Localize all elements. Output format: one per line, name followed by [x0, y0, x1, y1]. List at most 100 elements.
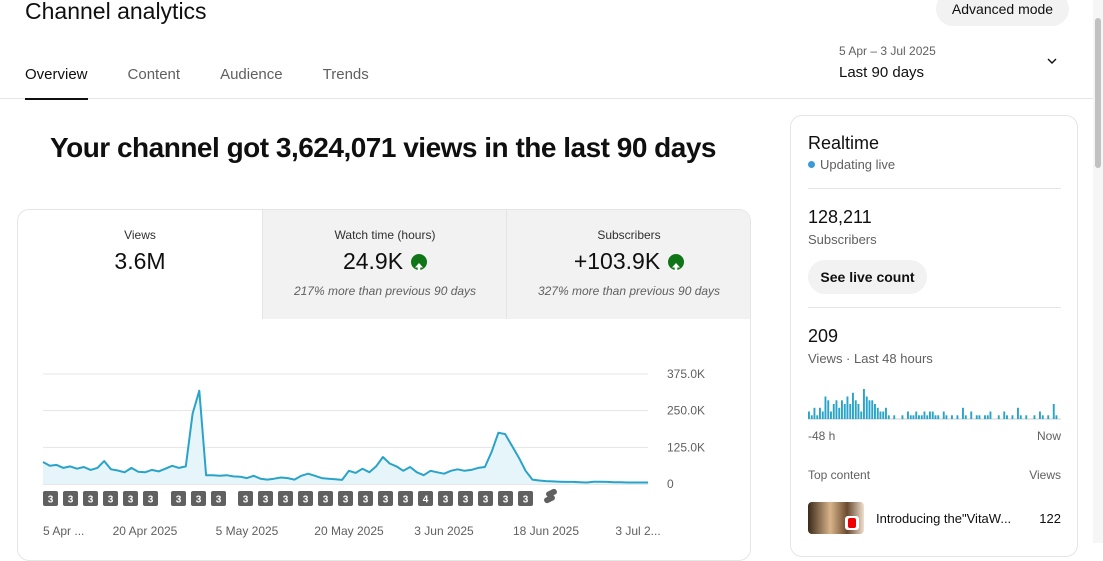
- realtime-bar[interactable]: [832, 404, 835, 419]
- realtime-bar[interactable]: [843, 404, 846, 419]
- realtime-bar[interactable]: [1052, 404, 1055, 419]
- realtime-bar[interactable]: [923, 411, 926, 420]
- realtime-bar[interactable]: [1006, 415, 1008, 420]
- realtime-bar[interactable]: [838, 407, 841, 420]
- realtime-bar[interactable]: [989, 411, 992, 420]
- realtime-bar[interactable]: [909, 415, 912, 420]
- realtime-views-chart[interactable]: [808, 378, 1061, 420]
- realtime-bar[interactable]: [931, 411, 934, 420]
- realtime-bar[interactable]: [1041, 415, 1044, 420]
- realtime-bar[interactable]: [860, 411, 863, 420]
- realtime-bar[interactable]: [882, 411, 885, 420]
- views-line[interactable]: [42, 389, 648, 484]
- realtime-bar[interactable]: [912, 415, 915, 420]
- realtime-bar[interactable]: [934, 415, 937, 420]
- realtime-bar[interactable]: [887, 415, 890, 420]
- realtime-bar[interactable]: [824, 396, 827, 420]
- realtime-bar[interactable]: [918, 415, 920, 420]
- realtime-bar[interactable]: [1033, 415, 1036, 420]
- realtime-bar[interactable]: [852, 392, 854, 420]
- realtime-bar[interactable]: [937, 415, 940, 420]
- tab-trends[interactable]: Trends: [323, 66, 369, 98]
- realtime-subscribers-label: Subscribers: [808, 232, 877, 247]
- realtime-bar[interactable]: [978, 415, 981, 420]
- realtime-bar[interactable]: [827, 400, 830, 420]
- metric-views[interactable]: Views 3.6M: [18, 210, 262, 319]
- realtime-bar[interactable]: [962, 407, 964, 420]
- tab-content[interactable]: Content: [128, 66, 181, 98]
- scrollbar-thumb[interactable]: [1095, 18, 1101, 168]
- realtime-bar[interactable]: [863, 389, 865, 419]
- realtime-bar[interactable]: [871, 400, 874, 420]
- realtime-bar[interactable]: [868, 400, 871, 420]
- realtime-bar[interactable]: [846, 396, 849, 420]
- metric-subscribers[interactable]: Subscribers +103.9K 327% more than previ…: [506, 210, 750, 319]
- metric-watch-time[interactable]: Watch time (hours) 24.9K 217% more than …: [262, 210, 507, 319]
- realtime-bar[interactable]: [885, 407, 887, 420]
- realtime-bar[interactable]: [986, 415, 989, 420]
- realtime-bar[interactable]: [841, 400, 843, 420]
- metric-note: 327% more than previous 90 days: [537, 284, 721, 298]
- publish-marker-count: 3: [243, 495, 249, 506]
- realtime-bar[interactable]: [956, 415, 959, 420]
- realtime-bar[interactable]: [901, 415, 904, 420]
- realtime-bar[interactable]: [926, 415, 929, 420]
- realtime-bar[interactable]: [876, 407, 879, 420]
- realtime-bar[interactable]: [879, 411, 882, 420]
- x-tick-label: 20 Apr 2025: [113, 524, 178, 538]
- realtime-bar[interactable]: [915, 411, 918, 420]
- realtime-bar[interactable]: [865, 396, 868, 420]
- realtime-bar[interactable]: [929, 411, 931, 420]
- see-live-count-button[interactable]: See live count: [808, 260, 927, 294]
- realtime-bar[interactable]: [1017, 407, 1019, 420]
- realtime-bar[interactable]: [813, 407, 816, 420]
- realtime-bar[interactable]: [997, 415, 1000, 420]
- realtime-bar[interactable]: [808, 411, 810, 420]
- realtime-bar[interactable]: [1039, 411, 1041, 420]
- realtime-bar[interactable]: [951, 415, 953, 420]
- realtime-bar[interactable]: [920, 415, 923, 420]
- realtime-bar[interactable]: [819, 407, 821, 420]
- realtime-bar[interactable]: [1055, 415, 1058, 420]
- realtime-bar[interactable]: [854, 400, 857, 420]
- x-tick-label: 18 Jun 2025: [513, 524, 579, 538]
- tab-audience[interactable]: Audience: [220, 66, 283, 98]
- realtime-bar[interactable]: [984, 415, 986, 420]
- realtime-bar[interactable]: [975, 415, 978, 420]
- realtime-subscribers-value: 128,211: [808, 207, 872, 227]
- realtime-bar[interactable]: [1011, 415, 1014, 420]
- date-range-selector[interactable]: 5 Apr – 3 Jul 2025 Last 90 days: [839, 44, 1057, 81]
- publish-marker-count: 3: [88, 495, 94, 506]
- realtime-bar[interactable]: [893, 415, 896, 420]
- realtime-bar[interactable]: [964, 415, 967, 420]
- realtime-bar[interactable]: [942, 411, 945, 420]
- x-tick-label: 5 Apr ...: [43, 524, 84, 538]
- realtime-bar[interactable]: [970, 411, 973, 420]
- advanced-mode-button[interactable]: Advanced mode: [936, 0, 1069, 26]
- realtime-bar[interactable]: [810, 415, 813, 420]
- publish-marker-count: 3: [283, 495, 289, 506]
- video-thumbnail[interactable]: [808, 502, 864, 534]
- realtime-bar[interactable]: [1003, 411, 1006, 420]
- publish-marker-count: 3: [463, 495, 469, 506]
- tab-overview[interactable]: Overview: [25, 66, 88, 100]
- shorts-marker-icon[interactable]: [544, 488, 557, 504]
- realtime-bar[interactable]: [857, 404, 860, 419]
- realtime-bar[interactable]: [907, 411, 909, 420]
- realtime-bar[interactable]: [830, 411, 832, 420]
- realtime-bar[interactable]: [945, 415, 948, 420]
- chart-right-label: Now: [1036, 429, 1061, 443]
- realtime-bar[interactable]: [821, 411, 824, 420]
- realtime-bar[interactable]: [1019, 415, 1022, 420]
- realtime-bar[interactable]: [835, 400, 838, 420]
- top-content-title[interactable]: Introducing the"VitaW...: [876, 511, 1011, 526]
- scrollbar[interactable]: [1093, 0, 1103, 543]
- realtime-bar[interactable]: [1047, 415, 1050, 420]
- publish-marker-count: 3: [216, 495, 222, 506]
- realtime-bar[interactable]: [1025, 415, 1028, 420]
- y-tick-label: 250.0K: [667, 404, 705, 418]
- realtime-bar[interactable]: [849, 404, 852, 419]
- realtime-bar[interactable]: [816, 415, 819, 420]
- realtime-bar[interactable]: [874, 404, 876, 419]
- views-chart[interactable]: 375.0K 250.0K 125.0K 0 3 3 3 3 3 3 3 3 3 3 3 3 3 3 3 3 3 3 4 3 3…: [18, 340, 750, 560]
